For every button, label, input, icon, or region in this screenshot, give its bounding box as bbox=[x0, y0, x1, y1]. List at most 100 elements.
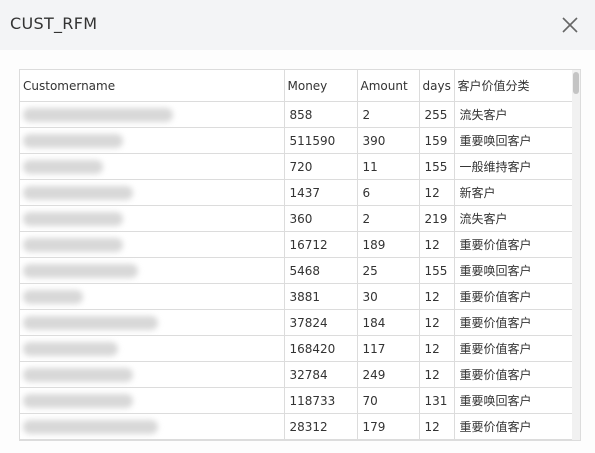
table-row[interactable]: 1437 6 12 新客户 bbox=[20, 179, 573, 206]
cell-money: 118733 bbox=[283, 387, 358, 414]
cell-money: 511590 bbox=[283, 127, 358, 154]
cell-category: 重要唤回客户 bbox=[453, 257, 573, 284]
cell-category: 流失客户 bbox=[453, 205, 573, 232]
cell-category: 新客户 bbox=[453, 179, 573, 206]
cell-amount: 184 bbox=[356, 309, 420, 336]
close-icon bbox=[562, 17, 578, 33]
cell-customername bbox=[20, 413, 285, 440]
cell-customername bbox=[20, 179, 285, 206]
table-row[interactable]: 720 11 155 一般维持客户 bbox=[20, 153, 573, 180]
cell-days: 12 bbox=[418, 335, 455, 362]
cell-amount: 6 bbox=[356, 179, 420, 206]
table-row[interactable]: 5468 25 155 重要唤回客户 bbox=[20, 257, 573, 284]
cell-money: 1437 bbox=[283, 179, 358, 206]
cell-customername bbox=[20, 257, 285, 284]
cell-money: 37824 bbox=[283, 309, 358, 336]
redacted-name bbox=[23, 393, 133, 408]
cell-customername bbox=[20, 335, 285, 362]
cell-money: 16712 bbox=[283, 231, 358, 258]
cell-days: 255 bbox=[418, 101, 455, 128]
cell-category: 重要价值客户 bbox=[453, 283, 573, 310]
cell-money: 5468 bbox=[283, 257, 358, 284]
cell-days: 159 bbox=[418, 127, 455, 154]
cell-amount: 249 bbox=[356, 361, 420, 388]
rfm-table-container: Customername Money Amount days 客户价值分类 85… bbox=[19, 69, 581, 441]
cell-customername bbox=[20, 153, 285, 180]
cell-days: 12 bbox=[418, 231, 455, 258]
cell-amount: 390 bbox=[356, 127, 420, 154]
cell-category: 重要价值客户 bbox=[453, 361, 573, 388]
cell-days: 219 bbox=[418, 205, 455, 232]
cell-category: 流失客户 bbox=[453, 101, 573, 128]
redacted-name bbox=[23, 419, 158, 434]
cell-category: 一般维持客户 bbox=[453, 153, 573, 180]
cell-days: 12 bbox=[418, 413, 455, 440]
cell-days: 12 bbox=[418, 309, 455, 336]
redacted-name bbox=[23, 367, 133, 382]
redacted-name bbox=[23, 315, 158, 330]
cell-money: 858 bbox=[283, 101, 358, 128]
cell-money: 360 bbox=[283, 205, 358, 232]
table-row[interactable]: 118733 70 131 重要唤回客户 bbox=[20, 387, 573, 414]
redacted-name bbox=[23, 211, 123, 226]
cell-customername bbox=[20, 309, 285, 336]
cell-amount: 179 bbox=[356, 413, 420, 440]
column-header-category[interactable]: 客户价值分类 bbox=[453, 70, 573, 102]
table-row[interactable]: 858 2 255 流失客户 bbox=[20, 101, 573, 128]
redacted-name bbox=[23, 237, 123, 252]
cell-category: 重要唤回客户 bbox=[453, 127, 573, 154]
cell-amount: 2 bbox=[356, 101, 420, 128]
table-row[interactable]: 511590 390 159 重要唤回客户 bbox=[20, 127, 573, 154]
column-header-days[interactable]: days bbox=[418, 70, 455, 102]
cell-days: 155 bbox=[418, 153, 455, 180]
cell-money: 28312 bbox=[283, 413, 358, 440]
cell-amount: 11 bbox=[356, 153, 420, 180]
cell-category: 重要价值客户 bbox=[453, 335, 573, 362]
cell-customername bbox=[20, 127, 285, 154]
cell-money: 32784 bbox=[283, 361, 358, 388]
redacted-name bbox=[23, 289, 83, 304]
cell-amount: 25 bbox=[356, 257, 420, 284]
cell-money: 168420 bbox=[283, 335, 358, 362]
cell-category: 重要价值客户 bbox=[453, 413, 573, 440]
redacted-name bbox=[23, 263, 138, 278]
cell-customername bbox=[20, 361, 285, 388]
table-row[interactable]: 3881 30 12 重要价值客户 bbox=[20, 283, 573, 310]
cell-category: 重要价值客户 bbox=[453, 309, 573, 336]
cell-days: 131 bbox=[418, 387, 455, 414]
redacted-name bbox=[23, 133, 123, 148]
cell-amount: 70 bbox=[356, 387, 420, 414]
cell-days: 12 bbox=[418, 179, 455, 206]
table-row[interactable]: 37824 184 12 重要价值客户 bbox=[20, 309, 573, 336]
rfm-table: Customername Money Amount days 客户价值分类 85… bbox=[20, 70, 573, 440]
redacted-name bbox=[23, 159, 103, 174]
column-header-amount[interactable]: Amount bbox=[356, 70, 420, 102]
cell-amount: 117 bbox=[356, 335, 420, 362]
close-button[interactable] bbox=[559, 14, 581, 36]
table-row[interactable]: 360 2 219 流失客户 bbox=[20, 205, 573, 232]
cell-days: 12 bbox=[418, 283, 455, 310]
cell-category: 重要唤回客户 bbox=[453, 387, 573, 414]
column-header-customername[interactable]: Customername bbox=[20, 70, 285, 102]
vertical-scrollbar[interactable] bbox=[572, 70, 580, 440]
table-row[interactable]: 32784 249 12 重要价值客户 bbox=[20, 361, 573, 388]
cell-customername bbox=[20, 283, 285, 310]
dialog-title: CUST_RFM bbox=[10, 14, 98, 33]
table-row[interactable]: 168420 117 12 重要价值客户 bbox=[20, 335, 573, 362]
cell-customername bbox=[20, 205, 285, 232]
cell-days: 12 bbox=[418, 361, 455, 388]
cell-customername bbox=[20, 101, 285, 128]
redacted-name bbox=[23, 107, 173, 122]
dialog-header: CUST_RFM bbox=[0, 0, 595, 50]
table-row[interactable]: 28312 179 12 重要价值客户 bbox=[20, 413, 573, 440]
table-header-row: Customername Money Amount days 客户价值分类 bbox=[20, 70, 573, 102]
cell-days: 155 bbox=[418, 257, 455, 284]
cell-money: 720 bbox=[283, 153, 358, 180]
cell-customername bbox=[20, 231, 285, 258]
column-header-money[interactable]: Money bbox=[283, 70, 358, 102]
scrollbar-thumb[interactable] bbox=[573, 72, 579, 94]
cell-category: 重要价值客户 bbox=[453, 231, 573, 258]
cell-amount: 30 bbox=[356, 283, 420, 310]
table-row[interactable]: 16712 189 12 重要价值客户 bbox=[20, 231, 573, 258]
cell-amount: 189 bbox=[356, 231, 420, 258]
